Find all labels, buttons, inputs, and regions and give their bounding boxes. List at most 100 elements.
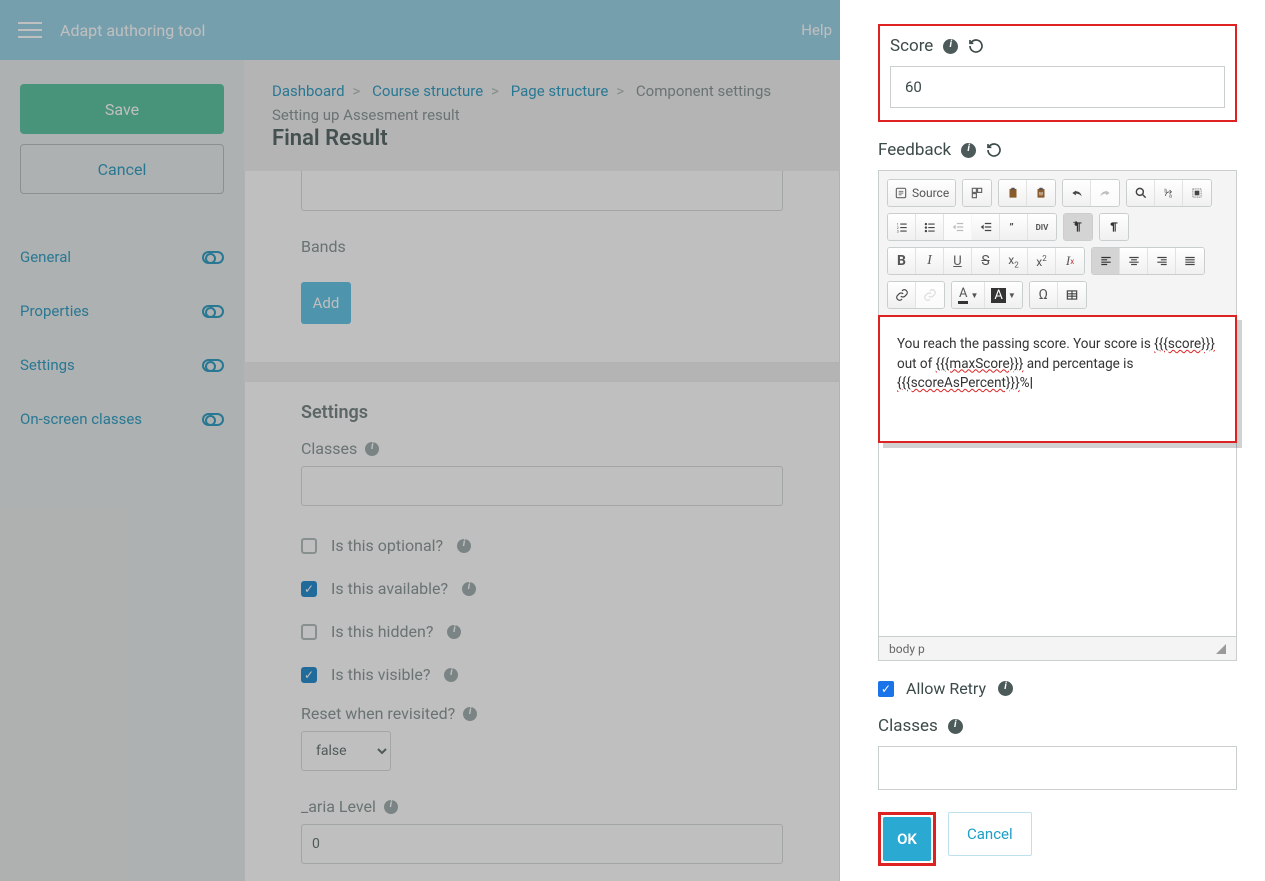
info-icon[interactable] [444, 668, 458, 682]
paste-word-button[interactable]: W [1027, 180, 1055, 206]
ok-button[interactable]: OK [883, 817, 931, 861]
bullet-list-button[interactable] [916, 214, 944, 240]
panel-classes-label: Classes [878, 716, 938, 736]
save-button[interactable]: Save [20, 84, 224, 134]
sidebar-item-label: On-screen classes [20, 410, 142, 428]
toggle-icon [202, 251, 224, 264]
undo-button[interactable] [1063, 180, 1091, 206]
sidebar-item-properties[interactable]: Properties [20, 284, 224, 338]
info-icon[interactable] [365, 442, 379, 456]
text-color-button[interactable]: A▼ [952, 282, 985, 308]
blockquote-button[interactable]: ” [1000, 214, 1028, 240]
table-button[interactable] [1058, 282, 1086, 308]
div-button[interactable]: DIV [1028, 214, 1056, 240]
panel-classes-input[interactable] [878, 746, 1237, 790]
sidebar-item-general[interactable]: General [20, 230, 224, 284]
svg-text:”: ” [1009, 221, 1013, 234]
main-content: Dashboard> Course structure> Page struct… [244, 60, 840, 881]
crumb-dashboard[interactable]: Dashboard [272, 82, 345, 100]
remove-format-button[interactable]: Ix [1056, 248, 1084, 274]
info-icon[interactable] [447, 625, 461, 639]
checkbox-available[interactable]: ✓ [301, 581, 317, 597]
classes-label: Classes [301, 439, 357, 458]
crumb-course[interactable]: Course structure [372, 82, 483, 100]
find-button[interactable] [1127, 180, 1155, 206]
unlink-button[interactable] [916, 282, 944, 308]
info-icon[interactable] [961, 143, 976, 158]
editor-path[interactable]: body p [889, 642, 925, 656]
sidebar-item-label: Settings [20, 356, 75, 374]
reset-icon[interactable] [986, 142, 1002, 158]
checkbox-label: Is this visible? [331, 665, 430, 684]
panel-cancel-button[interactable]: Cancel [948, 812, 1032, 856]
ok-highlight-frame: OK [878, 812, 936, 866]
rtl-button[interactable] [1100, 214, 1128, 240]
toggle-icon [202, 305, 224, 318]
align-center-button[interactable] [1120, 248, 1148, 274]
checkbox-label: Is this available? [331, 579, 448, 598]
numbered-list-button[interactable]: 123 [888, 214, 916, 240]
reset-select[interactable]: false [301, 731, 391, 771]
reset-label: Reset when revisited? [301, 704, 455, 723]
superscript-button[interactable]: x2 [1028, 248, 1056, 274]
link-button[interactable] [888, 282, 916, 308]
align-right-button[interactable] [1148, 248, 1176, 274]
add-band-button[interactable]: Add [301, 282, 351, 324]
reset-icon[interactable] [968, 38, 984, 54]
specialchar-button[interactable]: Ω [1030, 282, 1058, 308]
align-left-button[interactable] [1092, 248, 1120, 274]
ltr-button[interactable] [1064, 214, 1092, 240]
svg-text:a: a [1169, 194, 1172, 200]
checkbox-hidden[interactable] [301, 624, 317, 640]
feedback-label: Feedback [878, 140, 951, 160]
settings-heading: Settings [245, 382, 839, 431]
selectall-button[interactable] [1183, 180, 1211, 206]
info-icon[interactable] [943, 39, 958, 54]
score-input[interactable] [890, 66, 1225, 108]
cut-input[interactable] [301, 171, 783, 211]
subscript-button[interactable]: x2 [1000, 248, 1028, 274]
align-justify-button[interactable] [1176, 248, 1204, 274]
bold-button[interactable]: B [888, 248, 916, 274]
info-icon[interactable] [998, 681, 1013, 696]
editor-body: You reach the passing score. Your score … [879, 316, 1236, 536]
templates-button[interactable] [963, 180, 991, 206]
resize-grip-icon[interactable] [1216, 644, 1226, 654]
aria-label: _aria Level [301, 797, 376, 816]
source-button[interactable]: Source [888, 180, 955, 206]
info-icon[interactable] [457, 539, 471, 553]
strike-button[interactable]: S [972, 248, 1000, 274]
info-icon[interactable] [463, 707, 477, 721]
cancel-button[interactable]: Cancel [20, 144, 224, 194]
brand-title: Adapt authoring tool [60, 21, 205, 40]
underline-button[interactable]: U [944, 248, 972, 274]
toggle-icon [202, 413, 224, 426]
crumb-page[interactable]: Page structure [511, 82, 609, 100]
editor-toolbar: Source W ba 123 ” [879, 171, 1236, 317]
page-subtitle: Setting up Assesment result [244, 102, 840, 124]
indent-button[interactable] [972, 214, 1000, 240]
sidebar-item-settings[interactable]: Settings [20, 338, 224, 392]
rich-text-editor: Source W ba 123 ” [878, 170, 1237, 661]
info-icon[interactable] [384, 800, 398, 814]
checkbox-label: Is this optional? [331, 536, 443, 555]
checkbox-label: Is this hidden? [331, 622, 433, 641]
italic-button[interactable]: I [916, 248, 944, 274]
info-icon[interactable] [948, 719, 963, 734]
help-link[interactable]: Help [801, 0, 832, 60]
info-icon[interactable] [462, 582, 476, 596]
score-label: Score [890, 36, 933, 56]
aria-input[interactable] [301, 824, 783, 864]
outdent-button[interactable] [944, 214, 972, 240]
allow-retry-checkbox[interactable]: ✓ [878, 681, 894, 697]
paste-button[interactable] [999, 180, 1027, 206]
menu-icon[interactable] [0, 22, 60, 38]
classes-input[interactable] [301, 466, 783, 506]
replace-button[interactable]: ba [1155, 180, 1183, 206]
checkbox-optional[interactable] [301, 538, 317, 554]
checkbox-visible[interactable]: ✓ [301, 667, 317, 683]
sidebar-item-onscreen[interactable]: On-screen classes [20, 392, 224, 446]
side-panel: Score Feedback Source W [840, 0, 1265, 881]
bg-color-button[interactable]: A▼ [985, 282, 1021, 308]
redo-button[interactable] [1091, 180, 1119, 206]
